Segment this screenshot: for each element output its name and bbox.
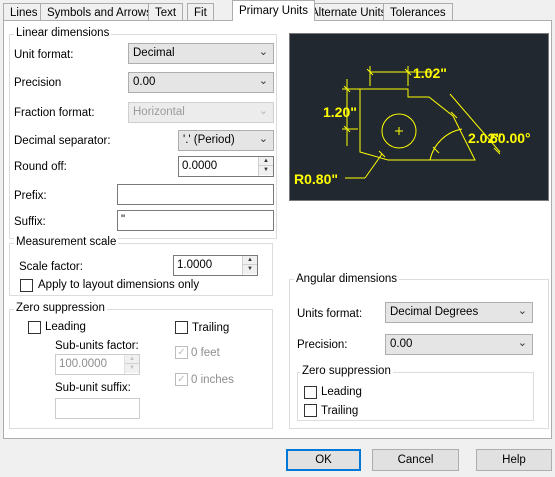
chevron-down-icon: ⌄ [258,46,268,58]
precision-value: 0.00 [133,76,156,88]
zero-feet-checkbox[interactable]: ✓ [175,346,188,359]
angular-precision-label: Precision: [297,339,348,351]
tab-primary-units[interactable]: Primary Units [232,0,316,21]
round-off-spinner[interactable]: ▲ ▼ [258,157,273,176]
spin-up-icon[interactable]: ▲ [125,355,139,364]
subunits-factor-spinner[interactable]: ▲ ▼ [124,355,139,374]
spin-down-icon[interactable]: ▼ [125,364,139,373]
part-outline [359,88,476,161]
trailing-checkbox[interactable] [175,321,188,334]
zero-inches-checkbox[interactable]: ✓ [175,373,188,386]
chevron-down-icon: ⌄ [517,305,527,317]
precision-select[interactable]: 0.00 ⌄ [128,72,274,93]
precision-label: Precision [14,77,62,89]
dim-radius-text: R0.80" [294,171,338,187]
suffix-label: Suffix: [14,216,46,228]
angular-units-format-value: Decimal Degrees [390,306,479,318]
scale-factor-label: Scale factor: [19,261,83,273]
chevron-down-icon: ⌄ [258,105,268,117]
subunits-factor-value: 100.0000 [59,358,107,370]
prefix-label: Prefix: [14,190,47,202]
zero-suppression-title: Zero suppression [14,302,107,314]
cancel-button[interactable]: Cancel [372,449,459,471]
dimension-preview: 1.02" 1.20" 2.02" 60.00° R0.80" [289,33,549,201]
suffix-input[interactable]: " [117,210,274,231]
scale-factor-value: 1.0000 [177,259,213,271]
fraction-format-value: Horizontal [133,106,185,118]
fraction-format-select[interactable]: Horizontal ⌄ [128,102,274,123]
dim-angle-text: 60.00° [490,130,531,146]
round-off-value: 0.0000 [182,160,218,172]
measurement-scale-title: Measurement scale [14,236,119,248]
round-off-label: Round off: [14,161,67,173]
tab-text[interactable]: Text [148,3,184,21]
tab-alternate-units[interactable]: Alternate Units [304,3,394,21]
tab-fit[interactable]: Fit [187,3,214,21]
angular-trailing-label: Trailing [321,405,359,417]
unit-format-label: Unit format: [14,49,74,61]
unit-format-select[interactable]: Decimal ⌄ [128,43,274,64]
angular-leading-label: Leading [321,386,362,398]
leading-label: Leading [45,321,86,333]
angular-precision-select[interactable]: 0.00 ⌄ [385,334,533,355]
decimal-separator-select[interactable]: '.' (Period) ⌄ [178,130,274,151]
spin-down-icon[interactable]: ▼ [259,166,273,175]
tab-symbols-and-arrows[interactable]: Symbols and Arrows [40,3,159,21]
angular-units-format-label: Units format: [297,308,363,320]
round-off-input[interactable]: 0.0000 ▲ ▼ [178,156,274,177]
angular-zero-suppression-title: Zero suppression [300,365,393,377]
angular-leading-checkbox[interactable] [304,386,317,399]
tab-bar: Lines Symbols and Arrows Text Fit Primar… [0,0,555,21]
subunit-suffix-label: Sub-unit suffix: [55,382,131,394]
angular-units-format-select[interactable]: Decimal Degrees ⌄ [385,302,533,323]
prefix-input[interactable] [117,184,274,205]
angle-arc [429,128,463,161]
ok-button[interactable]: OK [286,449,361,471]
spin-up-icon[interactable]: ▲ [259,157,273,166]
spin-up-icon[interactable]: ▲ [243,256,257,265]
chevron-down-icon: ⌄ [258,75,268,87]
dim-left-text: 1.20" [323,104,357,120]
decimal-separator-value: '.' (Period) [183,134,235,146]
help-button[interactable]: Help [476,449,552,471]
subunits-factor-input[interactable]: 100.0000 ▲ ▼ [55,354,140,375]
apply-layout-checkbox[interactable] [20,279,33,292]
tab-panel: Linear dimensions Unit format: Decimal ⌄… [3,20,552,439]
decimal-separator-label: Decimal separator: [14,135,111,147]
tab-tolerances[interactable]: Tolerances [383,3,453,21]
subunit-suffix-input[interactable] [55,398,140,419]
scale-factor-input[interactable]: 1.0000 ▲ ▼ [173,255,258,276]
unit-format-value: Decimal [133,47,175,59]
angular-precision-value: 0.00 [390,338,413,350]
fraction-format-label: Fraction format: [14,107,95,119]
zero-feet-label: 0 feet [191,347,220,359]
angular-trailing-checkbox[interactable] [304,404,317,417]
leading-checkbox[interactable] [28,321,41,334]
linear-dimensions-title: Linear dimensions [14,27,112,39]
apply-layout-label: Apply to layout dimensions only [38,279,200,291]
trailing-label: Trailing [192,322,230,334]
tab-lines[interactable]: Lines [3,3,45,21]
preview-drawing: 1.02" 1.20" 2.02" 60.00° R0.80" [294,65,531,187]
scale-factor-spinner[interactable]: ▲ ▼ [242,256,257,275]
angular-dimensions-title: Angular dimensions [294,273,400,285]
dim-top-text: 1.02" [413,65,447,81]
zero-inches-label: 0 inches [191,374,234,386]
chevron-down-icon: ⌄ [258,133,268,145]
subunits-factor-label: Sub-units factor: [55,340,139,352]
chevron-down-icon: ⌄ [517,337,527,349]
spin-down-icon[interactable]: ▼ [243,265,257,274]
